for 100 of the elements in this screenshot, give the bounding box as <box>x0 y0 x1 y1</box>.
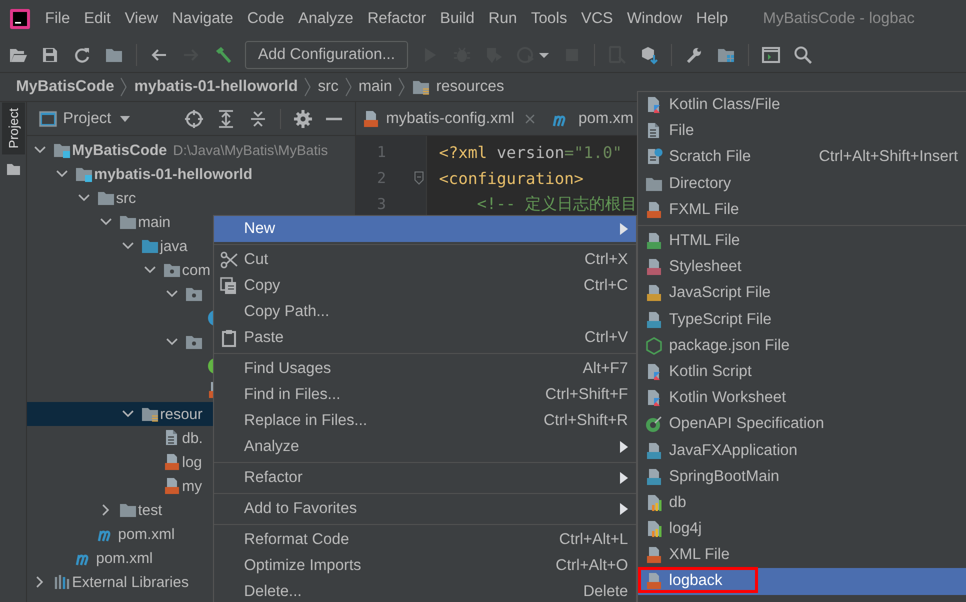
resource-folder-icon <box>412 78 430 96</box>
menu-item[interactable]: package.json File <box>638 332 966 359</box>
tree-item[interactable]: db. <box>182 430 203 446</box>
tree-item[interactable]: main <box>138 214 171 230</box>
editor-tab[interactable]: mybatis-config.xml <box>356 102 546 135</box>
java-file-icon <box>644 442 662 460</box>
caret-icon[interactable] <box>119 114 132 124</box>
breadcrumb-item[interactable]: MyBatisCode <box>16 78 114 96</box>
menu-item[interactable]: Tools <box>524 10 574 28</box>
ts-file-icon <box>644 310 662 329</box>
menu-item[interactable]: db <box>638 490 966 516</box>
app-logo-icon <box>10 8 30 28</box>
source-folder-icon <box>141 237 159 255</box>
copy-icon <box>220 277 238 295</box>
menu-item[interactable]: SpringBootMain <box>638 464 966 490</box>
breadcrumb-item[interactable]: src <box>318 78 339 96</box>
search-icon[interactable] <box>793 44 814 64</box>
menu-item[interactable]: File <box>38 10 77 28</box>
menu-item[interactable]: Reformat Code Ctrl+Alt+L <box>214 527 636 553</box>
menu-item[interactable]: Copy Path... <box>214 299 636 325</box>
menu-item[interactable]: Window <box>620 10 690 28</box>
menu-item[interactable]: Help <box>689 10 736 28</box>
window-icon[interactable] <box>761 44 782 64</box>
module-folder-icon <box>53 141 71 159</box>
tree-item[interactable]: log <box>182 454 202 470</box>
run-configuration-button[interactable]: Add Configuration... <box>245 40 408 68</box>
menu-item[interactable]: Copy Ctrl+C <box>214 273 636 299</box>
menu-item[interactable]: Analyze <box>214 434 636 460</box>
menu-item[interactable]: New <box>214 216 636 242</box>
tree-item[interactable]: MyBatisCode <box>72 142 168 158</box>
menu-item[interactable]: Scratch File Ctrl+Alt+Shift+Insert <box>638 144 966 171</box>
library-icon <box>53 573 71 591</box>
openapi-icon <box>644 415 662 434</box>
menu-item[interactable]: Kotlin Script <box>638 358 966 386</box>
tree-item[interactable]: java <box>160 238 188 254</box>
menu-item[interactable]: Kotlin Worksheet <box>638 385 966 412</box>
package-icon <box>163 261 181 279</box>
breadcrumb-item[interactable]: main <box>358 78 392 96</box>
tree-item[interactable]: pom.xml <box>96 550 153 566</box>
cube-icon[interactable] <box>639 44 660 64</box>
path-hint: D:\Java\MyBatis\MyBatis <box>173 142 328 158</box>
code-line: <?xml version="1.0" <box>439 142 622 162</box>
menu-item[interactable]: VCS <box>574 10 620 28</box>
menu-item[interactable]: Add to Favorites <box>214 496 636 522</box>
menu-item[interactable]: Cut Ctrl+X <box>214 247 636 273</box>
menu-item[interactable]: logback <box>638 568 966 595</box>
menu-item[interactable]: Directory <box>638 170 966 197</box>
tree-item[interactable]: com <box>182 262 210 278</box>
menu-item[interactable]: Optimize Imports Ctrl+Alt+O <box>214 553 636 579</box>
menu-item[interactable]: FXML File <box>638 196 966 223</box>
menu-item[interactable]: XML File <box>638 542 966 568</box>
hexagon-icon <box>644 336 662 355</box>
menu-item[interactable]: Run <box>482 10 524 28</box>
menu-item[interactable]: JavaFXApplication <box>638 437 966 464</box>
menu-item[interactable]: Code <box>240 10 292 28</box>
menu-item[interactable]: Paste Ctrl+V <box>214 325 636 351</box>
menu-item[interactable]: Stylesheet <box>638 254 966 280</box>
panel-title[interactable]: Project <box>63 110 112 128</box>
menu-item[interactable]: Refactor <box>360 10 434 28</box>
tree-item[interactable]: test <box>138 502 162 518</box>
menu-item[interactable]: HTML File <box>638 228 966 254</box>
folder-icon <box>6 162 20 176</box>
chevron-right-icon <box>304 76 312 98</box>
menu-item[interactable]: Navigate <box>165 10 240 28</box>
menu-item[interactable]: TypeScript File <box>638 306 966 333</box>
tree-item[interactable]: src <box>116 190 136 206</box>
module-folder-icon <box>75 165 93 183</box>
breadcrumb-item[interactable]: resources <box>436 78 504 96</box>
menu-item[interactable]: OpenAPI Specification <box>638 411 966 438</box>
settings-icon[interactable] <box>293 108 313 128</box>
scissors-icon <box>220 251 238 269</box>
menu-item[interactable]: Find Usages Alt+F7 <box>214 356 636 382</box>
menu-item[interactable]: Build <box>433 10 482 28</box>
folder-icon <box>97 189 115 207</box>
menu-item[interactable]: log4j <box>638 516 966 542</box>
menu-item[interactable]: Refactor <box>214 465 636 491</box>
menu-item[interactable]: Edit <box>76 10 118 28</box>
window-title: MyBatisCode - logbac <box>763 10 915 28</box>
menu-item[interactable]: View <box>118 10 166 28</box>
tree-item[interactable]: my <box>182 478 202 494</box>
tool-window-tab[interactable]: Project <box>2 102 24 154</box>
menu-item[interactable]: Analyze <box>291 10 360 28</box>
code-line: <configuration> <box>439 168 584 188</box>
menu-item[interactable]: JavaScript File <box>638 280 966 306</box>
package-icon <box>185 285 203 303</box>
folder-icon <box>119 213 137 231</box>
tree-item[interactable]: resour <box>160 406 203 422</box>
folder-icon <box>119 501 137 519</box>
breadcrumb-item[interactable]: mybatis-01-helloworld <box>134 78 298 96</box>
menu-item[interactable]: Delete... Delete <box>214 579 636 602</box>
tree-item[interactable]: mybatis-01-helloworld <box>94 166 252 182</box>
resource-folder-icon <box>141 405 159 423</box>
html-file-icon <box>644 232 662 250</box>
tree-item[interactable]: pom.xml <box>118 526 175 542</box>
clipboard-icon <box>220 329 238 347</box>
crosshair-icon[interactable] <box>184 108 204 128</box>
chevron-right-icon <box>344 76 353 98</box>
tree-item[interactable]: External Libraries <box>72 574 189 590</box>
css-file-icon <box>644 258 662 276</box>
chevron-right-icon <box>120 76 128 98</box>
